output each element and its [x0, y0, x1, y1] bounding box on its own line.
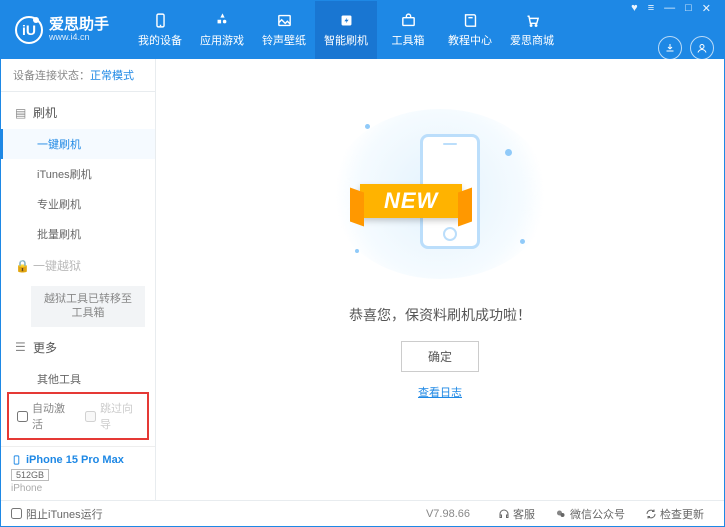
skip-guide-checkbox[interactable]: 跳过向导 — [85, 400, 139, 432]
lock-icon: 🔒 — [15, 259, 27, 273]
close-button[interactable]: ✕ — [699, 1, 714, 16]
ok-button[interactable]: 确定 — [401, 341, 479, 372]
brand: iU 爱思助手 www.i4.cn — [15, 16, 109, 44]
sidebar-group-jailbreak[interactable]: 🔒 一键越狱 — [1, 249, 155, 282]
footer-wechat-link[interactable]: 微信公众号 — [555, 506, 625, 522]
version-label: V7.98.66 — [426, 508, 470, 520]
collapse-icon: ▤ — [15, 106, 27, 120]
minimize-button[interactable]: — — [661, 1, 678, 15]
device-type: iPhone — [11, 483, 145, 494]
more-icon: ☰ — [15, 340, 27, 354]
nav-smart-flash[interactable]: 智能刷机 — [315, 1, 377, 59]
nav-my-device[interactable]: 我的设备 — [129, 1, 191, 59]
main-content: NEW 恭喜您，保资料刷机成功啦！ 确定 查看日志 — [156, 59, 724, 500]
brand-title: 爱思助手 — [49, 17, 109, 34]
sidebar-item-itunes-flash[interactable]: iTunes刷机 — [1, 159, 155, 189]
book-icon — [462, 12, 479, 29]
options-highlight-box: 自动激活 跳过向导 — [7, 392, 149, 440]
sidebar-jailbreak-moved-note[interactable]: 越狱工具已转移至工具箱 — [31, 286, 145, 327]
success-illustration: NEW — [330, 109, 550, 279]
connection-status: 设备连接状态：正常模式 — [1, 59, 155, 92]
new-ribbon: NEW — [360, 184, 462, 218]
window-controls: ♥ ≡ — □ ✕ — [628, 1, 714, 16]
wechat-icon — [555, 508, 567, 520]
dropdown-icon[interactable]: ≡ — [645, 1, 657, 15]
nav-apps-games[interactable]: 应用游戏 — [191, 1, 253, 59]
menu-icon[interactable]: ♥ — [628, 1, 641, 15]
apps-icon — [214, 12, 231, 29]
device-info: iPhone 15 Pro Max 512GB iPhone — [1, 446, 155, 500]
headset-icon — [498, 508, 510, 520]
sidebar-item-other-tools[interactable]: 其他工具 — [1, 364, 155, 386]
sidebar-group-flash[interactable]: ▤ 刷机 — [1, 96, 155, 129]
flash-icon — [338, 12, 355, 29]
sidebar-item-pro-flash[interactable]: 专业刷机 — [1, 189, 155, 219]
maximize-button[interactable]: □ — [682, 1, 695, 15]
nav-tutorials[interactable]: 教程中心 — [439, 1, 501, 59]
sidebar-item-batch-flash[interactable]: 批量刷机 — [1, 219, 155, 249]
view-log-link[interactable]: 查看日志 — [418, 384, 462, 400]
block-itunes-checkbox[interactable]: 阻止iTunes运行 — [11, 506, 103, 522]
brand-url: www.i4.cn — [49, 33, 109, 43]
sidebar: 设备连接状态：正常模式 ▤ 刷机 一键刷机 iTunes刷机 专业刷机 批量刷机… — [1, 59, 156, 500]
nav-store[interactable]: 爱思商城 — [501, 1, 563, 59]
nav-ringtones-wallpapers[interactable]: 铃声壁纸 — [253, 1, 315, 59]
refresh-icon — [645, 508, 657, 520]
download-button[interactable] — [658, 36, 682, 60]
device-name[interactable]: iPhone 15 Pro Max — [11, 453, 145, 467]
cart-icon — [524, 12, 541, 29]
user-button[interactable] — [690, 36, 714, 60]
success-message: 恭喜您，保资料刷机成功啦！ — [349, 305, 531, 325]
nav-toolbox[interactable]: 工具箱 — [377, 1, 439, 59]
top-nav: 我的设备 应用游戏 铃声壁纸 智能刷机 工具箱 教程中心 — [129, 1, 628, 59]
image-icon — [276, 12, 293, 29]
device-phone-icon — [11, 453, 22, 467]
footer-support-link[interactable]: 客服 — [498, 506, 535, 522]
auto-activate-checkbox[interactable]: 自动激活 — [17, 400, 71, 432]
sidebar-item-onekey-flash[interactable]: 一键刷机 — [1, 129, 155, 159]
device-storage: 512GB — [11, 469, 49, 481]
footer-update-link[interactable]: 检查更新 — [645, 506, 704, 522]
sidebar-group-more[interactable]: ☰ 更多 — [1, 331, 155, 364]
phone-icon — [152, 12, 169, 29]
toolbox-icon — [400, 12, 417, 29]
app-header: iU 爱思助手 www.i4.cn 我的设备 应用游戏 铃声壁纸 智能刷机 — [1, 1, 724, 59]
brand-logo-icon: iU — [15, 16, 43, 44]
status-bar: 阻止iTunes运行 V7.98.66 客服 微信公众号 检查更新 — [1, 500, 724, 526]
